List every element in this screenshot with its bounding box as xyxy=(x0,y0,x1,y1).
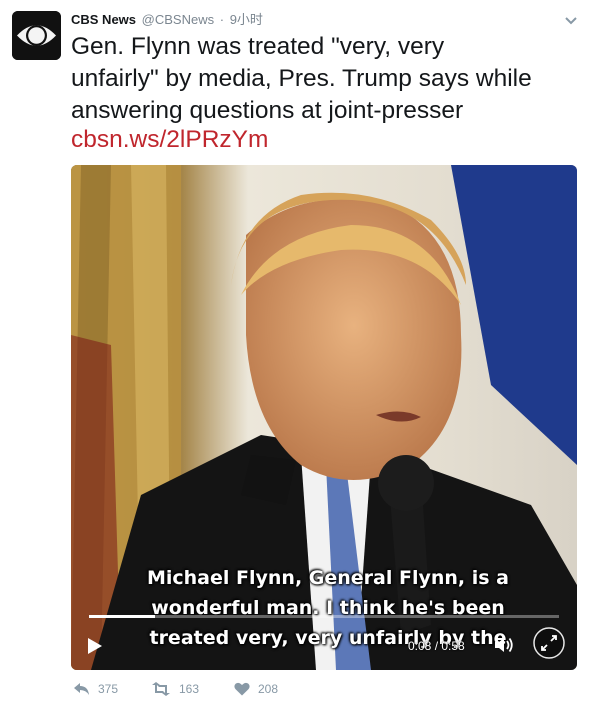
caption-line: Michael Flynn, General Flynn, is a xyxy=(146,567,510,589)
retweet-icon xyxy=(152,682,170,696)
video-timecode: 0:08 / 0:58 xyxy=(408,639,465,653)
reply-button[interactable]: 375 xyxy=(73,682,118,696)
heart-icon xyxy=(234,682,250,696)
fullscreen-icon[interactable] xyxy=(533,627,565,659)
author-name[interactable]: CBS News xyxy=(71,12,136,27)
video-player[interactable]: Michael Flynn, General Flynn, is a wonde… xyxy=(71,165,577,670)
retweet-button[interactable]: 163 xyxy=(151,682,199,696)
cbs-eye-logo-icon xyxy=(12,11,61,60)
caption-line: wonderful man. I think he's been xyxy=(151,597,505,619)
tweet-text-line: Gen. Flynn was treated "very, very xyxy=(71,33,445,60)
tweet-text-line: answering questions at joint-presser xyxy=(71,97,464,124)
like-button[interactable]: 208 xyxy=(234,682,278,696)
header-separator: · xyxy=(219,12,225,27)
retweet-count: 163 xyxy=(179,682,200,696)
tweet-text: Gen. Flynn was treated "very, very unfai… xyxy=(71,31,591,127)
more-options-chevron-down-icon[interactable] xyxy=(565,12,577,25)
like-count: 208 xyxy=(258,682,279,696)
video-progress-fill xyxy=(89,615,155,618)
play-icon[interactable] xyxy=(83,635,105,657)
reply-count: 375 xyxy=(98,682,119,696)
timestamp[interactable]: 9小时 xyxy=(230,12,263,27)
avatar[interactable] xyxy=(12,11,61,60)
tweet-header: CBS News @CBSNews · 9小时 xyxy=(71,9,263,28)
author-handle[interactable]: @CBSNews xyxy=(142,12,214,27)
tweet-card[interactable]: CBS News @CBSNews · 9小时 Gen. Flynn was t… xyxy=(0,0,607,701)
video-progress-bar[interactable] xyxy=(89,615,559,618)
tweet-text-line: unfairly" by media, Pres. Trump says whi… xyxy=(71,65,532,92)
reply-icon xyxy=(74,683,89,695)
volume-icon[interactable] xyxy=(493,635,515,655)
tweet-link[interactable]: cbsn.ws/2lPRzYm xyxy=(71,124,268,156)
